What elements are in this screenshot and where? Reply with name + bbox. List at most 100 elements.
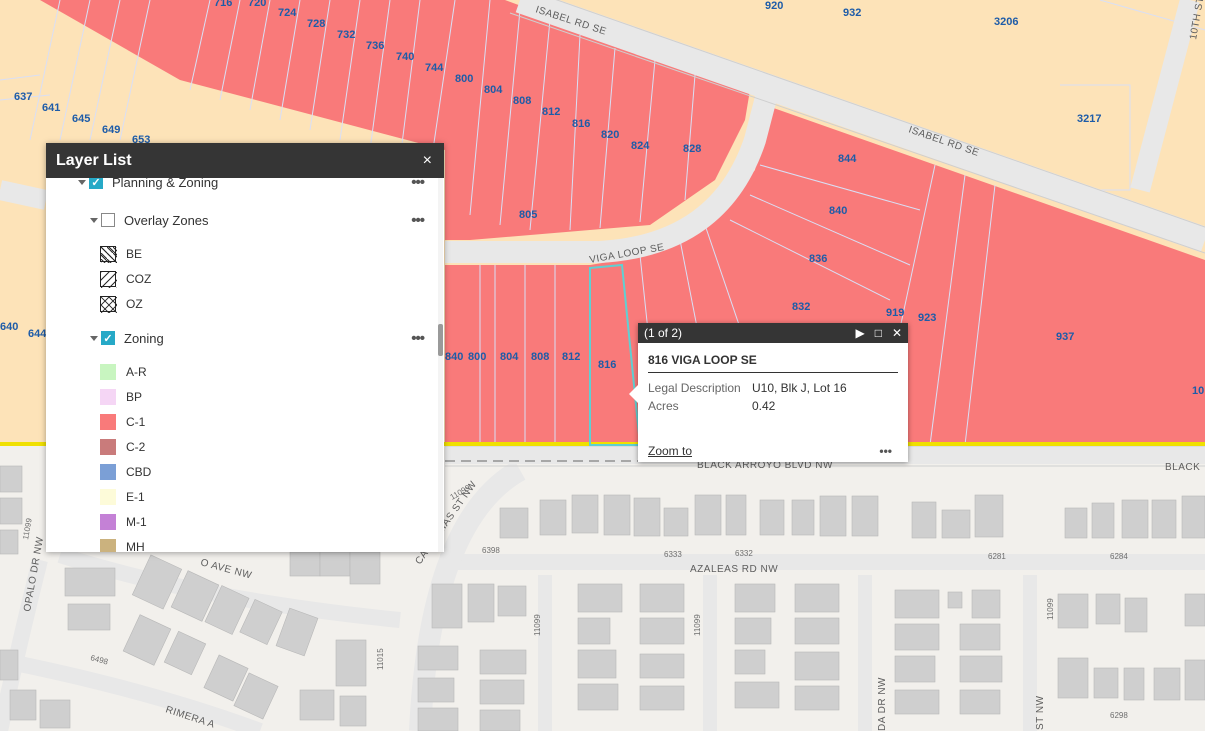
attribute-value: 0.42 bbox=[752, 399, 776, 413]
legend-label: COZ bbox=[126, 272, 152, 286]
legend-label: M-1 bbox=[126, 515, 147, 529]
legend-item-cbd: CBD bbox=[46, 461, 432, 483]
svg-text:804: 804 bbox=[484, 84, 503, 96]
svg-text:10: 10 bbox=[1192, 385, 1204, 397]
svg-text:6298: 6298 bbox=[1110, 711, 1128, 720]
attribute-key: Legal Description bbox=[648, 381, 741, 395]
attribute-row: Legal Description U10, Blk J, Lot 16 bbox=[648, 379, 847, 397]
svg-text:AZALEAS RD NW: AZALEAS RD NW bbox=[690, 564, 778, 575]
layer-list-header: Layer List × bbox=[46, 143, 444, 178]
more-options-icon[interactable]: ••• bbox=[411, 330, 425, 347]
svg-text:6398: 6398 bbox=[482, 546, 500, 555]
legend-label: CBD bbox=[126, 465, 152, 479]
color-swatch bbox=[100, 364, 116, 380]
popup-counter: (1 of 2) bbox=[644, 326, 683, 340]
layer-planning-zoning[interactable]: ✓ Planning & Zoning ••• bbox=[46, 178, 432, 193]
svg-text:644: 644 bbox=[28, 328, 47, 340]
hatch-swatch-icon bbox=[92, 263, 126, 297]
svg-text:812: 812 bbox=[562, 351, 580, 363]
next-feature-icon[interactable]: ▶ bbox=[855, 326, 864, 340]
svg-text:720: 720 bbox=[248, 0, 266, 9]
svg-text:11015: 11015 bbox=[376, 648, 385, 670]
legend-item-mh: MH bbox=[46, 536, 432, 552]
attribute-key: Acres bbox=[648, 399, 679, 413]
legend-item-be: BE bbox=[46, 238, 432, 272]
feature-popup: (1 of 2) ▶ □ ✕ 816 VIGA LOOP SE Legal De… bbox=[629, 323, 908, 462]
legend-item-c-2: C-2 bbox=[46, 436, 432, 458]
svg-text:816: 816 bbox=[598, 359, 616, 371]
color-swatch bbox=[100, 539, 116, 552]
checkbox-unchecked-icon[interactable] bbox=[101, 213, 115, 227]
svg-text:BLACK: BLACK bbox=[1165, 462, 1200, 473]
scrollbar-track[interactable] bbox=[438, 178, 443, 552]
svg-text:641: 641 bbox=[42, 102, 60, 114]
close-icon[interactable]: × bbox=[423, 152, 432, 170]
svg-text:3217: 3217 bbox=[1077, 113, 1101, 125]
color-swatch bbox=[100, 414, 116, 430]
legend-label: BP bbox=[126, 390, 143, 404]
svg-text:805: 805 bbox=[519, 209, 537, 221]
svg-text:6332: 6332 bbox=[735, 549, 753, 558]
caret-down-icon[interactable] bbox=[90, 217, 98, 223]
layer-list-body: ✓ Planning & Zoning ••• Overlay Zones ••… bbox=[46, 178, 444, 552]
svg-text:640: 640 bbox=[0, 321, 18, 333]
svg-text:732: 732 bbox=[337, 29, 355, 41]
popup-title: 816 VIGA LOOP SE bbox=[648, 353, 898, 373]
legend-item-a-r: A-R bbox=[46, 361, 432, 383]
more-options-icon[interactable]: ••• bbox=[879, 444, 892, 458]
svg-text:736: 736 bbox=[366, 40, 384, 52]
checkbox-checked-icon[interactable]: ✓ bbox=[89, 178, 103, 189]
svg-text:824: 824 bbox=[631, 140, 650, 152]
legend-label: BE bbox=[126, 247, 143, 261]
svg-text:844: 844 bbox=[838, 153, 857, 165]
legend-label: C-2 bbox=[126, 440, 146, 454]
caret-down-icon[interactable] bbox=[78, 179, 86, 185]
more-options-icon[interactable]: ••• bbox=[411, 178, 425, 191]
svg-text:800: 800 bbox=[468, 351, 486, 363]
svg-text:808: 808 bbox=[531, 351, 549, 363]
svg-text:937: 937 bbox=[1056, 331, 1074, 343]
legend-item-coz: COZ bbox=[46, 263, 432, 297]
hatch-swatch-icon bbox=[92, 238, 126, 272]
scrollbar-thumb[interactable] bbox=[438, 324, 443, 356]
svg-text:6284: 6284 bbox=[1110, 552, 1128, 561]
legend-label: C-1 bbox=[126, 415, 146, 429]
svg-text:744: 744 bbox=[425, 62, 444, 74]
caret-down-icon[interactable] bbox=[90, 335, 98, 341]
svg-text:11099: 11099 bbox=[533, 614, 542, 636]
color-swatch bbox=[100, 489, 116, 505]
popup-footer: Zoom to ••• bbox=[648, 444, 892, 458]
color-swatch bbox=[100, 464, 116, 480]
svg-text:804: 804 bbox=[500, 351, 519, 363]
legend-label: E-1 bbox=[126, 490, 145, 504]
more-options-icon[interactable]: ••• bbox=[411, 212, 425, 229]
legend-label: MH bbox=[126, 540, 145, 552]
maximize-icon[interactable]: □ bbox=[875, 326, 882, 340]
layer-list-panel: Layer List × ✓ Planning & Zoning ••• Ove… bbox=[46, 143, 444, 552]
svg-text:6281: 6281 bbox=[988, 552, 1006, 561]
layer-list-title: Layer List bbox=[56, 151, 132, 169]
layer-label: Zoning bbox=[124, 330, 164, 346]
svg-text:645: 645 bbox=[72, 113, 90, 125]
checkbox-checked-icon[interactable]: ✓ bbox=[101, 331, 115, 345]
svg-text:3206: 3206 bbox=[994, 16, 1018, 28]
svg-text:923: 923 bbox=[918, 312, 936, 324]
svg-text:728: 728 bbox=[307, 18, 325, 30]
popup-header: (1 of 2) ▶ □ ✕ bbox=[638, 323, 908, 343]
layer-overlay-zones[interactable]: Overlay Zones ••• bbox=[46, 209, 432, 231]
svg-text:808: 808 bbox=[513, 95, 531, 107]
svg-text:716: 716 bbox=[214, 0, 232, 9]
legend-item-oz: OZ bbox=[46, 293, 432, 315]
svg-text:832: 832 bbox=[792, 301, 810, 313]
close-icon[interactable]: ✕ bbox=[892, 326, 902, 340]
svg-text:840: 840 bbox=[829, 205, 847, 217]
svg-text:724: 724 bbox=[278, 7, 297, 19]
zoom-to-link[interactable]: Zoom to bbox=[648, 444, 692, 458]
layer-zoning[interactable]: ✓ Zoning ••• bbox=[46, 327, 432, 349]
svg-text:816: 816 bbox=[572, 118, 590, 130]
svg-text:11099: 11099 bbox=[1046, 598, 1055, 620]
svg-text:836: 836 bbox=[809, 253, 827, 265]
svg-text:919: 919 bbox=[886, 307, 904, 319]
legend-label: OZ bbox=[126, 297, 143, 311]
svg-text:740: 740 bbox=[396, 51, 414, 63]
